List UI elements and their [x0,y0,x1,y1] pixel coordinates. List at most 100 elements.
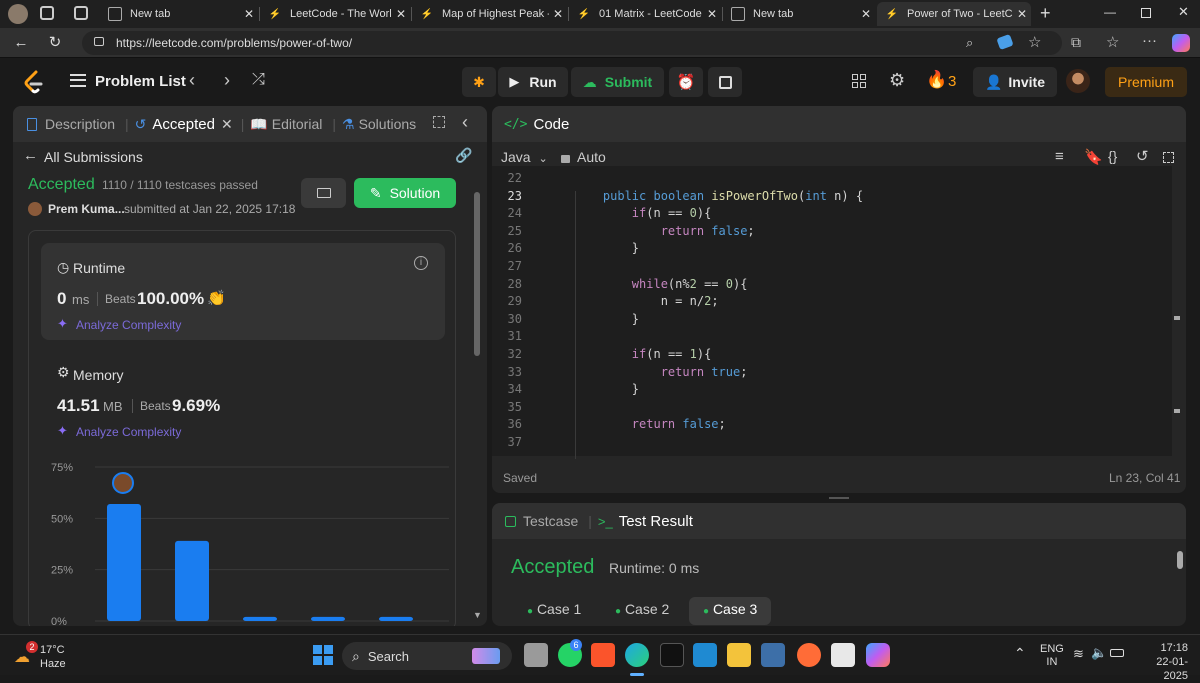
favorites-icon[interactable]: ☆ [1106,33,1119,51]
chart-bar[interactable] [107,503,141,621]
volume-icon[interactable]: 🔈 [1091,645,1107,661]
file-explorer-icon[interactable] [727,643,751,667]
format-icon[interactable]: ≡ [1055,148,1064,165]
task-view-icon[interactable] [524,643,548,667]
favorite-star-icon[interactable]: ☆ [1028,33,1041,51]
user-avatar[interactable] [1066,69,1090,93]
fullscreen-icon[interactable] [1163,152,1174,163]
url-field[interactable]: https://leetcode.com/problems/power-of-t… [82,31,1062,55]
prev-problem-icon[interactable]: ‹ [189,70,195,91]
bookmark-icon[interactable]: 🔖 [1084,148,1103,166]
runtime-analyze-link[interactable]: Analyze Complexity [76,318,181,332]
maximize-button[interactable] [1141,8,1151,18]
submitter-name[interactable]: Prem Kuma... [48,202,125,216]
chart-bar[interactable] [175,540,209,621]
browser-tab[interactable]: New tab ✕ [100,2,258,26]
timer-button[interactable]: ⏰ [669,67,703,97]
code-editor[interactable]: 22 23 public boolean isPowerOfTwo(int n) … [492,166,1172,459]
minimize-button[interactable]: — [1104,5,1116,19]
weather-widget[interactable]: ☁ 2 17°C Haze [12,641,102,671]
submit-button[interactable]: ☁ Submit [571,67,664,97]
back-arrow-icon[interactable]: ← [23,147,38,164]
tab-actions-icon[interactable] [74,6,88,20]
close-tab-icon[interactable]: ✕ [549,7,567,21]
result-scrollbar[interactable] [1177,551,1183,569]
language-indicator[interactable]: ENG IN [1040,643,1064,669]
wifi-icon[interactable]: ≋ [1073,646,1084,662]
notes-button[interactable] [708,67,742,97]
layout-grid-icon[interactable] [852,74,866,88]
mode-label[interactable]: Auto [577,149,606,165]
new-tab-button[interactable]: + [1040,3,1051,24]
copilot-icon[interactable] [1172,34,1190,52]
close-tab-icon[interactable]: ✕ [240,7,258,21]
windows-start-icon[interactable] [313,645,333,665]
brave-icon[interactable] [591,643,615,667]
terminal-app-icon[interactable] [660,643,684,667]
postman-icon[interactable] [797,643,821,667]
reset-icon[interactable]: ↺ [1136,147,1149,165]
close-tab-icon[interactable]: ✕ [221,116,233,133]
random-problem-icon[interactable]: ⤮ [252,71,265,89]
runtime-card[interactable]: ◷ Runtime i 0 ms Beats 100.00% 👏 ✦ Analy… [41,243,445,340]
battery-icon[interactable] [1110,649,1124,657]
close-tab-icon[interactable]: ✕ [392,7,410,21]
share-link-icon[interactable]: 🔗 [455,147,472,164]
case-1-tab[interactable]: ● Case 1 [515,597,593,625]
browser-tab[interactable]: ⚡ 01 Matrix - LeetCode ✕ [569,2,721,26]
browser-tab[interactable]: ⚡ LeetCode - The World's Le ✕ [260,2,410,26]
edge-icon[interactable] [625,643,649,667]
close-tab-icon[interactable]: ✕ [857,7,875,21]
vscode-icon[interactable] [693,643,717,667]
extensions-icon[interactable]: ⧉ [1071,34,1081,51]
language-select[interactable]: Java ⌄ [501,149,548,165]
show-hidden-icons[interactable]: ⌃ [1014,645,1026,662]
clock[interactable]: 17:18 22-01-2025 [1138,641,1188,683]
panel-resize-handle[interactable] [829,497,849,499]
close-tab-icon[interactable]: ✕ [703,7,721,21]
browser-tab[interactable]: New tab ✕ [723,2,875,26]
close-tab-icon[interactable]: ✕ [1013,7,1031,21]
all-submissions-link[interactable]: All Submissions [44,149,143,165]
editor-scrollbar-marker[interactable] [1174,409,1180,413]
taskbar-search[interactable]: ⌕ Search [342,642,512,670]
info-icon[interactable]: i [414,256,428,270]
browser-tab-active[interactable]: ⚡ Power of Two - LeetCode ✕ [877,2,1031,26]
close-window-button[interactable]: ✕ [1178,4,1189,20]
photos-icon[interactable] [761,643,785,667]
chart-bar[interactable] [243,616,277,621]
invite-button[interactable]: 👤 Invite [973,67,1057,97]
streak-flame-icon[interactable]: 🔥 [926,70,947,90]
collapse-chevron-icon[interactable]: ‹ [462,112,468,133]
settings-gear-icon[interactable]: ⚙ [889,70,905,91]
leetcode-logo-icon[interactable] [22,70,44,94]
refresh-icon[interactable]: ↻ [44,32,66,54]
store-icon[interactable] [831,643,855,667]
problem-list-link[interactable]: Problem List [95,73,186,90]
zoom-icon[interactable]: ⌕ [966,35,973,51]
profile-avatar[interactable] [8,4,28,24]
case-2-tab[interactable]: ● Case 2 [603,597,681,625]
lock-icon[interactable] [94,37,104,46]
memory-analyze-link[interactable]: Analyze Complexity [76,425,181,439]
workspaces-icon[interactable] [40,6,54,20]
debug-button[interactable]: ✱ [462,67,496,97]
left-scrollbar[interactable] [474,192,480,356]
tab-testcase[interactable]: Testcase [523,513,578,529]
tab-editorial[interactable]: Editorial [272,116,323,132]
chart-bar[interactable] [379,616,413,621]
more-menu-icon[interactable]: ··· [1142,32,1157,49]
expand-icon[interactable] [433,116,445,128]
problem-list-icon[interactable] [70,74,86,87]
tab-accepted[interactable]: Accepted [152,116,215,133]
editor-scrollbar-marker[interactable] [1174,316,1180,320]
notebook-button[interactable] [301,178,346,208]
tab-description[interactable]: Description [45,116,115,132]
tab-test-result[interactable]: Test Result [619,513,693,530]
copilot-app-icon[interactable] [866,643,890,667]
chart-bar[interactable] [311,616,345,621]
case-3-tab[interactable]: ● Case 3 [689,597,772,625]
browser-tab[interactable]: ⚡ Map of Highest Peak - Lee ✕ [412,2,567,26]
tab-solutions[interactable]: Solutions [359,116,417,132]
premium-button[interactable]: Premium [1105,67,1187,97]
